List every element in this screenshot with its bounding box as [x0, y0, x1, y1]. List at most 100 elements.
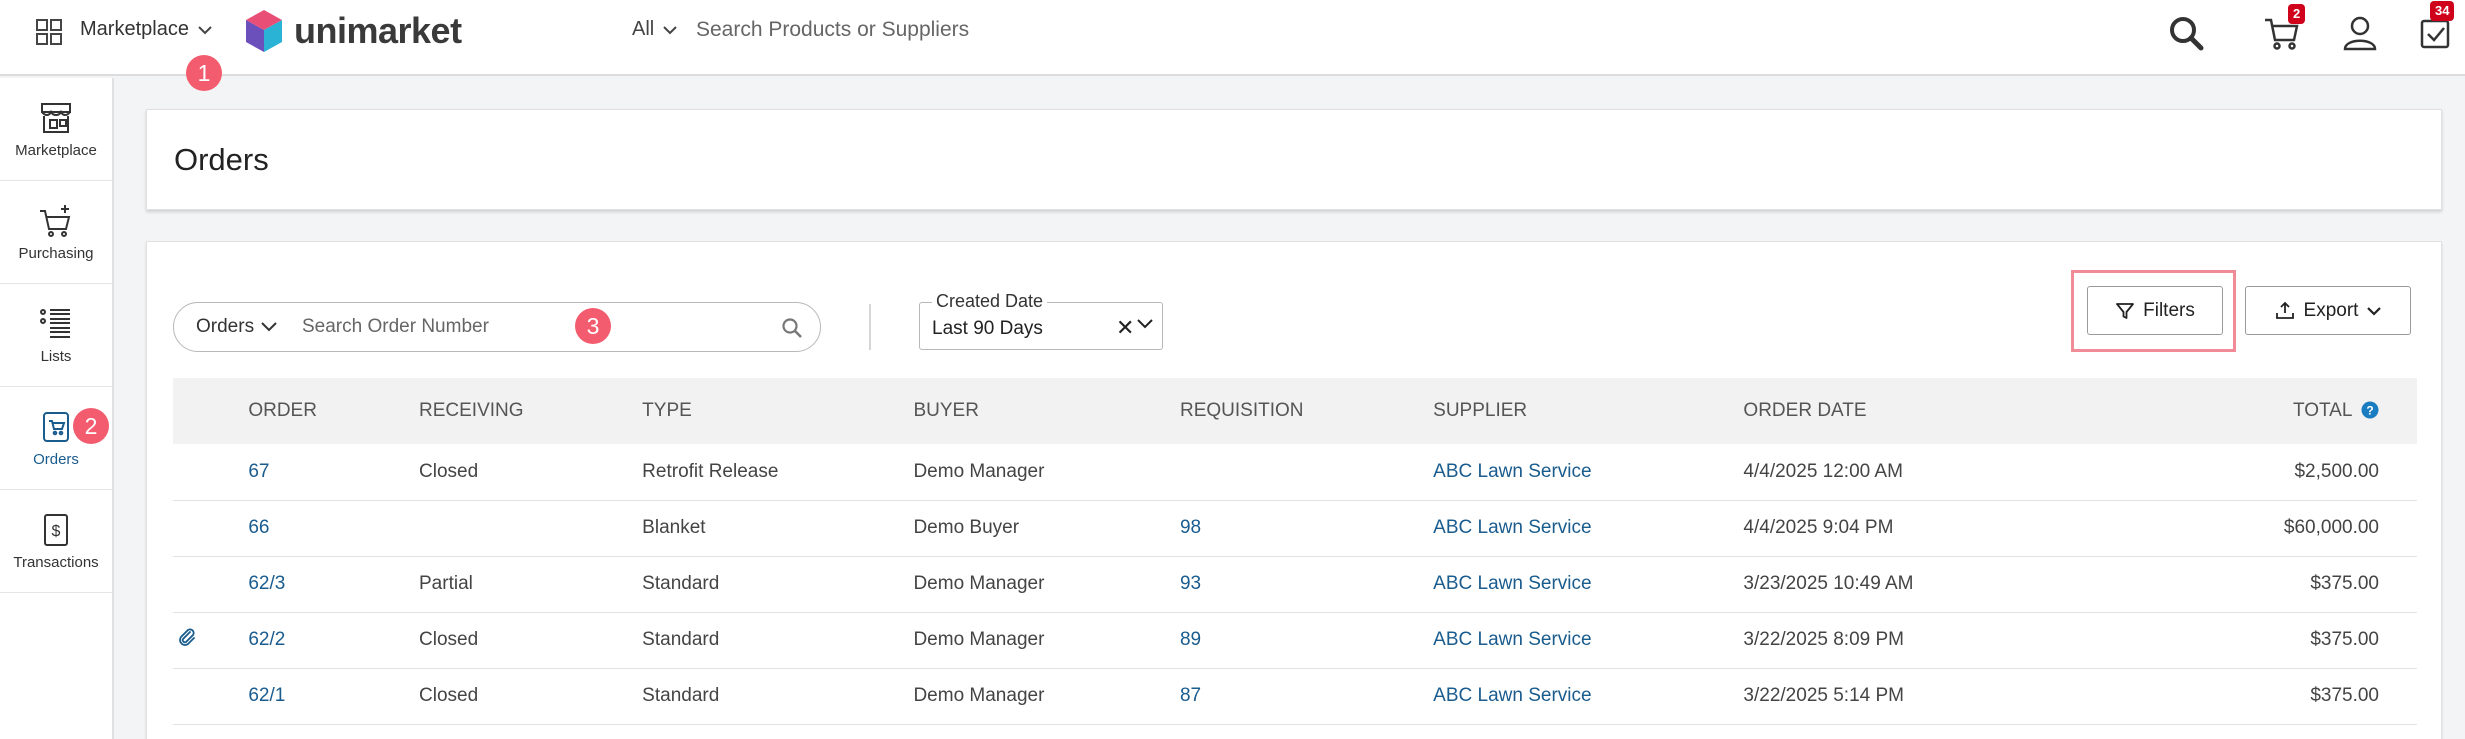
tasks-count-badge: 34 — [2430, 1, 2455, 21]
app-grid-icon[interactable] — [35, 18, 63, 46]
sidebar-item-transactions[interactable]: $ Transactions — [0, 490, 112, 593]
column-header-type[interactable]: TYPE — [642, 378, 913, 444]
supplier-link[interactable]: ABC Lawn Service — [1433, 556, 1743, 612]
logo-text: unimarket — [294, 10, 462, 51]
requisition-link[interactable] — [1180, 444, 1433, 500]
column-header-receiving[interactable]: RECEIVING — [419, 378, 642, 444]
order-number-link[interactable]: 62/1 — [248, 668, 419, 724]
column-header-total[interactable]: TOTAL ? — [2284, 378, 2417, 444]
order-number-link[interactable]: 62/3 — [248, 556, 419, 612]
sidebar-item-lists[interactable]: Lists — [0, 284, 112, 387]
orders-table: ORDER RECEIVING TYPE BUYER REQUISITION S… — [173, 378, 2417, 725]
list-icon — [38, 306, 74, 342]
paperclip-icon[interactable] — [177, 627, 197, 647]
order-date-cell: 4/4/2025 12:00 AM — [1743, 460, 1903, 482]
attachment-cell — [173, 612, 248, 668]
total-cell: $375.00 — [2310, 573, 2379, 594]
requisition-link[interactable]: 87 — [1180, 668, 1433, 724]
attachment-cell — [173, 444, 248, 500]
unimarket-logo[interactable]: unimarket — [244, 8, 462, 54]
column-header-buyer[interactable]: BUYER — [913, 378, 1180, 444]
supplier-link[interactable]: ABC Lawn Service — [1433, 668, 1743, 724]
funnel-icon — [2115, 301, 2135, 321]
requisition-link[interactable]: 98 — [1180, 500, 1433, 556]
app-switcher[interactable]: Marketplace — [80, 18, 213, 41]
search-scope-dropdown[interactable]: All — [632, 18, 678, 41]
type-cell: Standard — [642, 573, 720, 594]
chevron-down-icon — [662, 25, 678, 35]
filters-label: Filters — [2143, 299, 2195, 321]
column-header-order[interactable]: ORDER — [248, 378, 419, 444]
cart-plus-icon — [38, 203, 74, 239]
order-date-cell: 3/23/2025 10:49 AM — [1743, 573, 1914, 594]
receiving-cell: Closed — [419, 460, 479, 482]
sidebar-item-label: Purchasing — [18, 244, 94, 262]
order-number-link[interactable]: 62/2 — [248, 612, 419, 668]
orders-icon — [38, 409, 74, 445]
top-bar: Marketplace unimarket All Search Product… — [0, 0, 2465, 76]
table-row[interactable]: 62/2 Closed Standard Demo Manager 89 ABC… — [173, 612, 2417, 668]
global-search-input[interactable]: Search Products or Suppliers — [696, 18, 1216, 42]
supplier-link[interactable]: ABC Lawn Service — [1433, 612, 1743, 668]
export-label: Export — [2303, 299, 2359, 321]
total-cell: $60,000.00 — [2283, 517, 2379, 538]
user-icon[interactable] — [2340, 13, 2380, 53]
page-title: Orders — [174, 142, 269, 177]
buyer-cell: Demo Manager — [913, 460, 1045, 482]
filters-button[interactable]: Filters — [2087, 286, 2223, 335]
order-number-link[interactable]: 66 — [248, 500, 419, 556]
order-number-link[interactable]: 67 — [248, 444, 419, 500]
sidebar-item-label: Transactions — [13, 553, 99, 571]
table-row[interactable]: 66 Blanket Demo Buyer 98 ABC Lawn Servic… — [173, 500, 2417, 556]
table-row[interactable]: 62/3 Partial Standard Demo Manager 93 AB… — [173, 556, 2417, 612]
sidebar-item-label: Orders — [33, 450, 79, 468]
created-date-filter[interactable]: Created Date Last 90 Days ✕ — [919, 291, 1163, 350]
column-header-total-label: TOTAL — [2292, 400, 2352, 421]
requisition-link[interactable]: 89 — [1180, 612, 1433, 668]
table-row[interactable]: 67 Closed Retrofit Release Demo Manager … — [173, 444, 2417, 500]
created-date-label: Created Date — [932, 291, 1048, 312]
type-cell: Standard — [642, 685, 720, 706]
chevron-down-icon — [260, 321, 278, 333]
clear-icon[interactable]: ✕ — [1116, 315, 1134, 341]
table-row[interactable]: 62/1 Closed Standard Demo Manager 87 ABC… — [173, 668, 2417, 724]
order-search-input[interactable] — [302, 312, 762, 342]
cart-count-badge: 2 — [2288, 4, 2306, 24]
help-icon[interactable]: ? — [2361, 401, 2379, 419]
order-date-cell: 3/22/2025 5:14 PM — [1743, 685, 1904, 706]
storefront-icon — [38, 100, 74, 136]
order-search-scope-dropdown[interactable]: Orders — [196, 316, 278, 338]
total-cell: $375.00 — [2310, 685, 2379, 706]
buyer-cell: Demo Manager — [913, 629, 1045, 650]
column-header-requisition[interactable]: REQUISITION — [1180, 378, 1433, 444]
type-cell: Standard — [642, 629, 720, 650]
total-cell: $375.00 — [2310, 629, 2379, 650]
order-search-box: Orders — [173, 302, 821, 352]
receiving-cell: Closed — [419, 685, 479, 706]
search-icon[interactable] — [781, 317, 803, 339]
divider — [869, 304, 871, 350]
export-button[interactable]: Export — [2245, 286, 2411, 335]
attachment-cell — [173, 500, 248, 556]
step-marker-2: 2 — [73, 408, 109, 444]
receiving-cell: Partial — [419, 573, 473, 594]
chevron-down-icon — [2366, 306, 2382, 316]
order-search-scope-label: Orders — [196, 316, 255, 337]
supplier-link[interactable]: ABC Lawn Service — [1433, 500, 1743, 556]
receiving-cell: Closed — [419, 629, 479, 650]
transactions-icon: $ — [38, 512, 74, 548]
column-header-order-date[interactable]: ORDER DATE — [1743, 378, 2283, 444]
logo-cube-icon — [244, 8, 284, 54]
created-date-value: Last 90 Days — [932, 318, 1043, 339]
sidebar-item-label: Lists — [40, 347, 72, 365]
column-header-supplier[interactable]: SUPPLIER — [1433, 378, 1743, 444]
requisition-link[interactable]: 93 — [1180, 556, 1433, 612]
sidebar-item-marketplace[interactable]: Marketplace — [0, 78, 112, 181]
chevron-down-icon[interactable] — [1136, 318, 1154, 330]
search-icon[interactable] — [2166, 13, 2206, 53]
sidebar-item-purchasing[interactable]: Purchasing — [0, 181, 112, 284]
step-marker-3: 3 — [575, 308, 611, 344]
attachment-column-header — [173, 378, 248, 444]
supplier-link[interactable]: ABC Lawn Service — [1433, 444, 1743, 500]
order-date-cell: 4/4/2025 9:04 PM — [1743, 517, 1894, 538]
